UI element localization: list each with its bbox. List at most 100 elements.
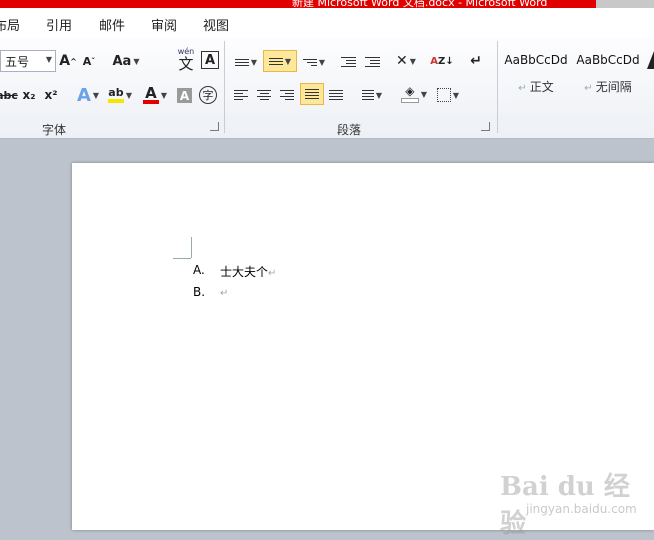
shrink-font-button[interactable]: Aˇ [81,50,97,72]
margin-corner-mark [191,237,192,258]
chevron-down-icon: ▼ [45,55,52,64]
grow-font-icon: A [59,53,71,69]
list-item-text[interactable]: ↵ [220,285,228,299]
ribbon-tab-bar: 布局 引用 邮件 审阅 视图 [0,8,654,37]
list-item[interactable]: A. [193,263,205,277]
highlight-text: ab [108,86,124,99]
margin-corner-mark [173,258,191,259]
subscript-button[interactable]: x₂ [20,84,38,106]
font-color-button[interactable]: A ▼ [140,84,170,106]
tab-mailings[interactable]: 邮件 [99,15,125,34]
decrease-indent-icon [340,57,356,67]
chevron-down-icon: ▼ [125,90,133,100]
highlight-button[interactable]: ab ▼ [105,84,135,106]
char-shading-button[interactable]: A [177,88,192,103]
strikethrough-icon: abc [0,88,18,102]
bullets-icon [234,58,249,66]
style-name-row: ↵ 无间隔 [573,78,643,95]
align-left-button[interactable] [232,84,250,106]
chevron-down-icon: ▼ [133,56,140,66]
align-right-button[interactable] [278,84,296,106]
enclose-chars-button[interactable]: 字 [199,86,217,104]
list-marker: A. [193,263,205,277]
chevron-down-icon: ▼ [409,56,416,66]
shrink-caret-icon: ˇ [91,56,96,66]
sort-icon: AZ↓ [430,55,454,67]
distribute-button[interactable] [327,84,345,106]
chevron-down-icon: ▼ [284,56,292,66]
text-effects-icon: A [76,84,91,106]
chevron-down-icon: ▼ [250,57,258,67]
shrink-font-icon: A [82,54,92,68]
chevron-down-icon: ▼ [160,90,168,100]
tab-view[interactable]: 视图 [203,15,229,34]
chinese-layout-button[interactable]: ✕ ▼ [393,50,419,72]
window-title: 新建 Microsoft Word 文档.docx - Microsoft Wo… [292,0,548,8]
font-color-bar [142,100,159,104]
style-name: 无间隔 [595,80,632,94]
strikethrough-button[interactable]: abc [0,84,18,106]
list-item[interactable]: B. [193,285,205,299]
borders-icon [436,88,451,102]
style-no-spacing[interactable]: AaBbCcDd ↵ 无间隔 [573,45,643,99]
line-spacing-button[interactable]: ▼ [359,84,385,106]
sort-button[interactable]: AZ↓ [430,50,454,72]
title-bar: 新建 Microsoft Word 文档.docx - Microsoft Wo… [0,0,654,8]
phonetic-guide-button[interactable]: wén 文 [176,47,196,73]
font-size-select[interactable]: 五号 ▼ [0,50,56,72]
paragraph-mark-icon: ↵ [584,83,596,94]
chevron-down-icon: ▼ [92,90,100,100]
change-case-button[interactable]: Aa ▼ [112,50,140,72]
list-item-content: 士大夫个 [220,265,269,279]
paragraph-dialog-launcher-icon[interactable] [481,122,490,131]
subscript-icon: x₂ [22,88,36,102]
grow-font-button[interactable]: A ^ [59,50,77,72]
style-normal[interactable]: AaBbCcDd ↵ 正文 [501,45,571,99]
char-border-button[interactable]: A [201,51,219,69]
align-left-icon [234,90,248,100]
decrease-indent-button[interactable] [338,51,358,73]
group-divider [497,41,498,133]
text-effects-button[interactable]: A ▼ [73,84,103,106]
increase-indent-button[interactable] [362,51,382,73]
shading-color-bar [400,98,419,103]
phonetic-char-icon: 文 [178,55,194,73]
ribbon: 五号 ▼ A^ Aˇ Aa▼ wén 文 A abc x₂ x² A▼ [0,37,654,139]
bullets-button[interactable]: ▼ [231,51,261,73]
paint-bucket-glyph: ◈ [405,84,415,98]
justify-button[interactable] [300,83,324,105]
distribute-icon [329,90,343,100]
show-marks-button[interactable]: ↵ [469,50,483,72]
title-bar-box [596,0,654,8]
char-shading-icon: A [179,88,190,103]
chevron-down-icon: ▼ [420,89,428,99]
multilevel-list-icon [302,58,317,66]
borders-button[interactable]: ▼ [434,84,462,106]
style-name-row: ↵ 正文 [501,78,571,95]
paragraph-mark-icon: ↵ [268,268,277,279]
tab-references[interactable]: 引用 [46,15,72,34]
tab-layout[interactable]: 布局 [0,15,20,34]
chevron-down-icon: ▼ [452,90,460,100]
align-center-button[interactable] [255,84,273,106]
line-spacing-icon [361,90,374,100]
numbering-button[interactable]: ▼ [263,50,297,72]
enclose-chars-icon: 字 [202,89,214,102]
watermark-url: jingyan.baidu.com [526,502,637,516]
styles-gallery: AaBbCcDd ↵ 正文 AaBbCcDd ↵ 无间隔 [499,37,654,137]
align-right-icon [280,90,294,100]
multilevel-list-button[interactable]: ▼ [300,51,328,73]
superscript-button[interactable]: x² [42,84,60,106]
list-item-text[interactable]: 士大夫个↵ [220,263,276,280]
chevron-down-icon: ▼ [375,90,383,100]
style-name: 正文 [529,80,554,94]
increase-indent-icon [364,57,380,67]
shading-button[interactable]: ◈ ▼ [399,83,429,105]
heading-style-partial[interactable] [647,51,654,69]
font-color-text: A [145,84,157,102]
font-dialog-launcher-icon[interactable] [210,122,219,131]
chevron-down-icon: ▼ [318,57,326,67]
tab-review[interactable]: 审阅 [151,15,177,34]
font-group-label: 字体 [42,123,67,137]
font-color-icon: A [142,84,159,104]
